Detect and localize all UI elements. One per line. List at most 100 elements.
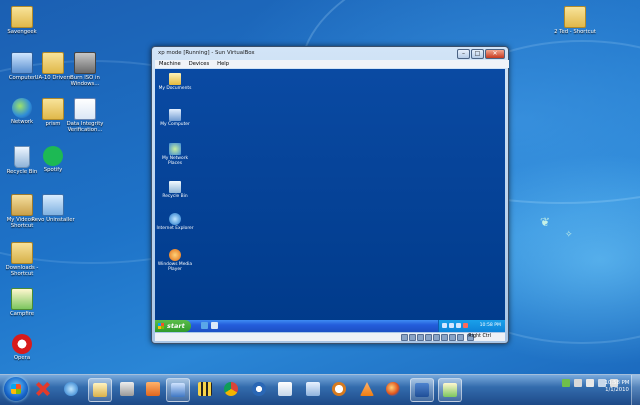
show-desktop-icon[interactable] (211, 322, 218, 329)
desktop-icon-downloads[interactable]: Downloads - Shortcut (0, 242, 44, 277)
start-button[interactable] (4, 377, 28, 401)
desktop-icon-label: Spotify (43, 167, 63, 173)
guest-icon-label: My Network Places (161, 156, 189, 166)
cd-status-icon[interactable] (409, 334, 416, 341)
desktop-icon-opera[interactable]: Opera (0, 334, 44, 361)
maximize-button[interactable]: □ (471, 49, 484, 59)
clock-date: 1/1/2010 (605, 387, 629, 393)
tray-icon[interactable] (442, 323, 447, 328)
guest-icon-label: My Documents (158, 86, 192, 91)
menu-help[interactable]: Help (217, 60, 229, 68)
hdd-status-icon[interactable] (401, 334, 408, 341)
virtualbox-window[interactable]: xp mode [Running] - Sun VirtualBox – □ ✕… (151, 46, 509, 344)
guest-quick-launch (201, 322, 218, 329)
taskbar-app-clock[interactable] (328, 378, 350, 400)
security-alert-icon[interactable] (463, 323, 468, 328)
taskbar-app-ie[interactable] (60, 378, 82, 400)
tray-app-icon[interactable] (562, 379, 570, 387)
taskbar-app-drive[interactable] (116, 378, 138, 400)
desktop-icon-label: Data Integrity Verification... (66, 121, 104, 133)
floppy-status-icon[interactable] (417, 334, 424, 341)
tray-app-icon[interactable] (586, 379, 594, 387)
disc-burner-icon (74, 52, 96, 74)
menu-machine[interactable]: Machine (159, 60, 181, 68)
menu-devices[interactable]: Devices (189, 60, 209, 68)
clock-app-icon (332, 382, 346, 396)
guest-icon-internet-explorer[interactable]: Internet Explorer (155, 213, 195, 231)
network-icon (169, 143, 181, 155)
desktop-icon-data-integrity[interactable]: Data Integrity Verification... (63, 98, 107, 133)
shared-folders-icon[interactable] (441, 334, 448, 341)
network-status-icon[interactable] (425, 334, 432, 341)
show-desktop-button[interactable] (631, 375, 640, 405)
vbox-status-bar: Right Ctrl (155, 333, 505, 341)
taskbar-app-explorer[interactable] (88, 378, 112, 402)
host-key-label: Right Ctrl (468, 334, 491, 339)
taskbar-app-grid[interactable] (194, 378, 216, 400)
downloads-folder-icon (11, 242, 33, 264)
word-icon (415, 383, 429, 397)
desktop-icon-2ted-shortcut[interactable]: 2 Ted - Shortcut (553, 6, 597, 35)
taskbar-app-sync[interactable] (248, 378, 270, 400)
guest-icon-my-documents[interactable]: My Documents (155, 73, 195, 91)
desktop: ❦ ✧ Savengeek Computer UA-10 Drivers Bur… (0, 0, 640, 374)
virtualization-icon[interactable] (449, 334, 456, 341)
taskbar-clock[interactable]: 10:58 PM 1/1/2010 (604, 380, 630, 394)
desktop-icon-burn-iso[interactable]: Burn ISO in Windows... (63, 52, 107, 87)
guest-icon-label: Internet Explorer (156, 226, 194, 231)
chrome-icon (224, 382, 238, 396)
ie-quicklaunch-icon[interactable] (201, 322, 208, 329)
taskbar-app-chrome[interactable] (220, 378, 242, 400)
desktop-icon-campfire[interactable]: Campfire (0, 288, 44, 317)
tray-icon[interactable] (456, 323, 461, 328)
guest-icon-label: My Computer (160, 122, 190, 127)
opera-icon (12, 334, 32, 354)
guest-icon-recycle-bin[interactable]: Recycle Bin (155, 181, 195, 199)
wallpaper-bird-icon: ❦ (540, 215, 551, 229)
tray-icon[interactable] (449, 323, 454, 328)
guest-icon-label: Windows Media Player (157, 262, 193, 272)
menu-bar: Machine Devices Help (155, 60, 509, 68)
recycle-bin-icon (169, 181, 181, 193)
recycle-bin-icon (14, 146, 30, 168)
taskbar-app-notes[interactable] (302, 378, 324, 400)
desktop-icon-revo[interactable]: Revo Uninstaller (31, 194, 75, 223)
computer-icon (11, 52, 33, 74)
tray-app-icon[interactable] (574, 379, 582, 387)
picture-icon (278, 382, 292, 396)
guest-screen[interactable]: My Documents My Computer My Network Plac… (155, 69, 505, 332)
wallpaper-bird-icon: ✧ (565, 230, 573, 240)
folder-icon (42, 98, 64, 120)
close-button[interactable]: ✕ (485, 49, 505, 59)
taskbar-app-pictures[interactable] (274, 378, 296, 400)
window-controls: – □ ✕ (457, 49, 505, 59)
clock-time: 10:58 PM (604, 380, 630, 386)
red-x-icon (36, 382, 50, 396)
desktop-icon-label: Opera (13, 355, 31, 361)
guest-start-button[interactable]: start (155, 320, 191, 332)
taskbar-app-virtualbox[interactable] (166, 378, 190, 402)
virtualbox-icon (171, 383, 185, 397)
usb-status-icon[interactable] (433, 334, 440, 341)
taskbar-app-word[interactable] (410, 378, 434, 402)
explorer-folder-icon (93, 383, 107, 397)
windows-logo-icon (11, 384, 21, 394)
sync-icon (252, 382, 266, 396)
mouse-integration-icon[interactable] (457, 334, 464, 341)
desktop-icon-savengeek[interactable]: Savengeek (0, 6, 44, 35)
taskbar-app-campfire[interactable] (438, 378, 462, 402)
guest-taskbar: start 10:58 PM (155, 320, 505, 332)
taskbar-app-vlc[interactable] (356, 378, 378, 400)
drive-icon (120, 382, 134, 396)
taskbar-app-cancel[interactable] (32, 378, 54, 400)
taskbar-app-firefox[interactable] (382, 378, 404, 400)
taskbar-app-media[interactable] (142, 378, 164, 400)
desktop-icon-spotify[interactable]: Spotify (31, 146, 75, 173)
minimize-button[interactable]: – (457, 49, 470, 59)
folder-icon (564, 6, 586, 28)
guest-icon-my-network-places[interactable]: My Network Places (155, 143, 195, 166)
guest-icon-windows-media-player[interactable]: Windows Media Player (155, 249, 195, 272)
folder-icon (11, 6, 33, 28)
guest-system-tray: 10:58 PM (438, 320, 505, 332)
guest-icon-my-computer[interactable]: My Computer (155, 109, 195, 127)
